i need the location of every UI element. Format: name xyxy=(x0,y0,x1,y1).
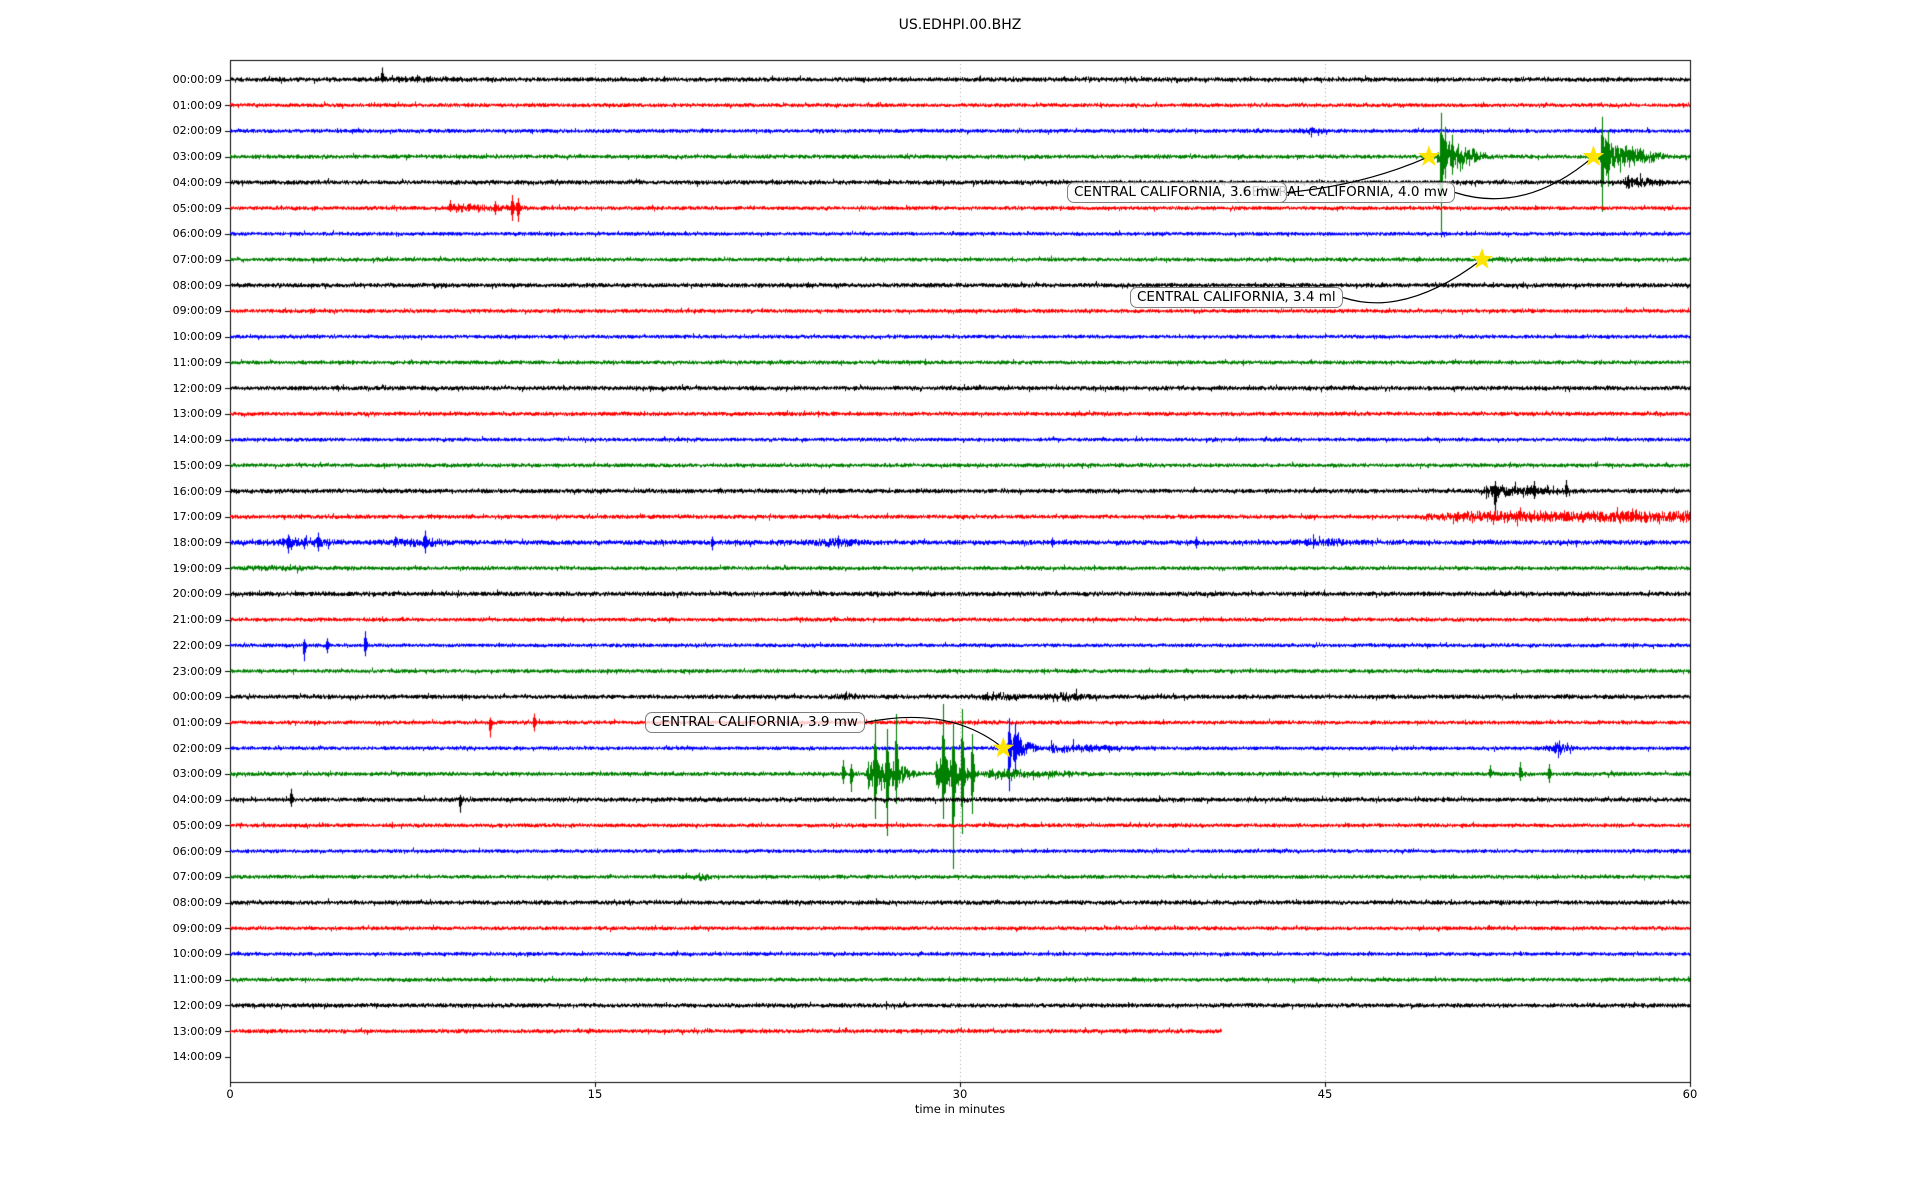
y-tick-label: 02:00:09 xyxy=(172,124,222,138)
y-tick-label: 05:00:09 xyxy=(172,818,222,832)
y-tick-label: 03:00:09 xyxy=(172,150,222,164)
y-tick-label: 14:00:09 xyxy=(172,1050,222,1064)
y-tick-label: 12:00:09 xyxy=(172,998,222,1012)
event-annotation: CENTRAL CALIFORNIA, 3.4 ml xyxy=(1130,287,1343,308)
y-tick-label: 08:00:09 xyxy=(172,896,222,910)
y-tick-label: 18:00:09 xyxy=(172,535,222,549)
y-tick-label: 02:00:09 xyxy=(172,741,222,755)
y-tick-label: 13:00:09 xyxy=(172,407,222,421)
y-tick-label: 06:00:09 xyxy=(172,227,222,241)
event-annotation: CENTRAL CALIFORNIA, 3.6 mw xyxy=(1067,182,1287,203)
y-tick-label: 05:00:09 xyxy=(172,201,222,215)
y-tick-label: 20:00:09 xyxy=(172,587,222,601)
y-tick-label: 14:00:09 xyxy=(172,433,222,447)
y-tick-label: 10:00:09 xyxy=(172,330,222,344)
y-tick-label: 15:00:09 xyxy=(172,458,222,472)
x-tick-label: 15 xyxy=(587,1087,603,1101)
y-tick-label: 11:00:09 xyxy=(172,973,222,987)
y-tick-label: 04:00:09 xyxy=(172,793,222,807)
y-tick-label: 22:00:09 xyxy=(172,638,222,652)
y-tick-label: 21:00:09 xyxy=(172,613,222,627)
y-tick-label: 23:00:09 xyxy=(172,664,222,678)
y-tick-label: 01:00:09 xyxy=(172,98,222,112)
y-tick-label: 07:00:09 xyxy=(172,253,222,267)
y-tick-label: 16:00:09 xyxy=(172,484,222,498)
helicorder-plot-canvas xyxy=(0,0,1920,1200)
x-axis-title: time in minutes xyxy=(914,1102,1006,1116)
page-title: US.EDHPI.00.BHZ xyxy=(898,17,1022,33)
y-tick-label: 11:00:09 xyxy=(172,355,222,369)
y-tick-label: 01:00:09 xyxy=(172,716,222,729)
x-tick-label: 0 xyxy=(226,1087,234,1101)
y-tick-label: 09:00:09 xyxy=(172,921,222,935)
y-tick-label: 06:00:09 xyxy=(172,844,222,858)
y-tick-label: 00:00:09 xyxy=(172,690,222,704)
event-annotation: CENTRAL CALIFORNIA, 3.9 mw xyxy=(645,712,865,733)
y-tick-label: 19:00:09 xyxy=(172,561,222,575)
y-tick-label: 12:00:09 xyxy=(172,381,222,395)
y-tick-label: 00:00:09 xyxy=(172,73,222,86)
seismogram-figure: US.EDHPI.00.BHZ 00:00:09 01:00:09 02:00:09… xyxy=(0,0,1920,1200)
y-tick-label: 17:00:09 xyxy=(172,510,222,524)
x-tick-label: 45 xyxy=(1317,1087,1333,1101)
y-tick-label: 13:00:09 xyxy=(172,1024,222,1038)
y-tick-label: 09:00:09 xyxy=(172,304,222,318)
y-tick-label: 04:00:09 xyxy=(172,175,222,189)
y-tick-label: 03:00:09 xyxy=(172,767,222,781)
y-tick-label: 08:00:09 xyxy=(172,278,222,292)
y-tick-label: 10:00:09 xyxy=(172,947,222,961)
x-tick-label: 30 xyxy=(952,1087,968,1101)
y-tick-label: 07:00:09 xyxy=(172,870,222,884)
x-tick-label: 60 xyxy=(1682,1087,1698,1101)
